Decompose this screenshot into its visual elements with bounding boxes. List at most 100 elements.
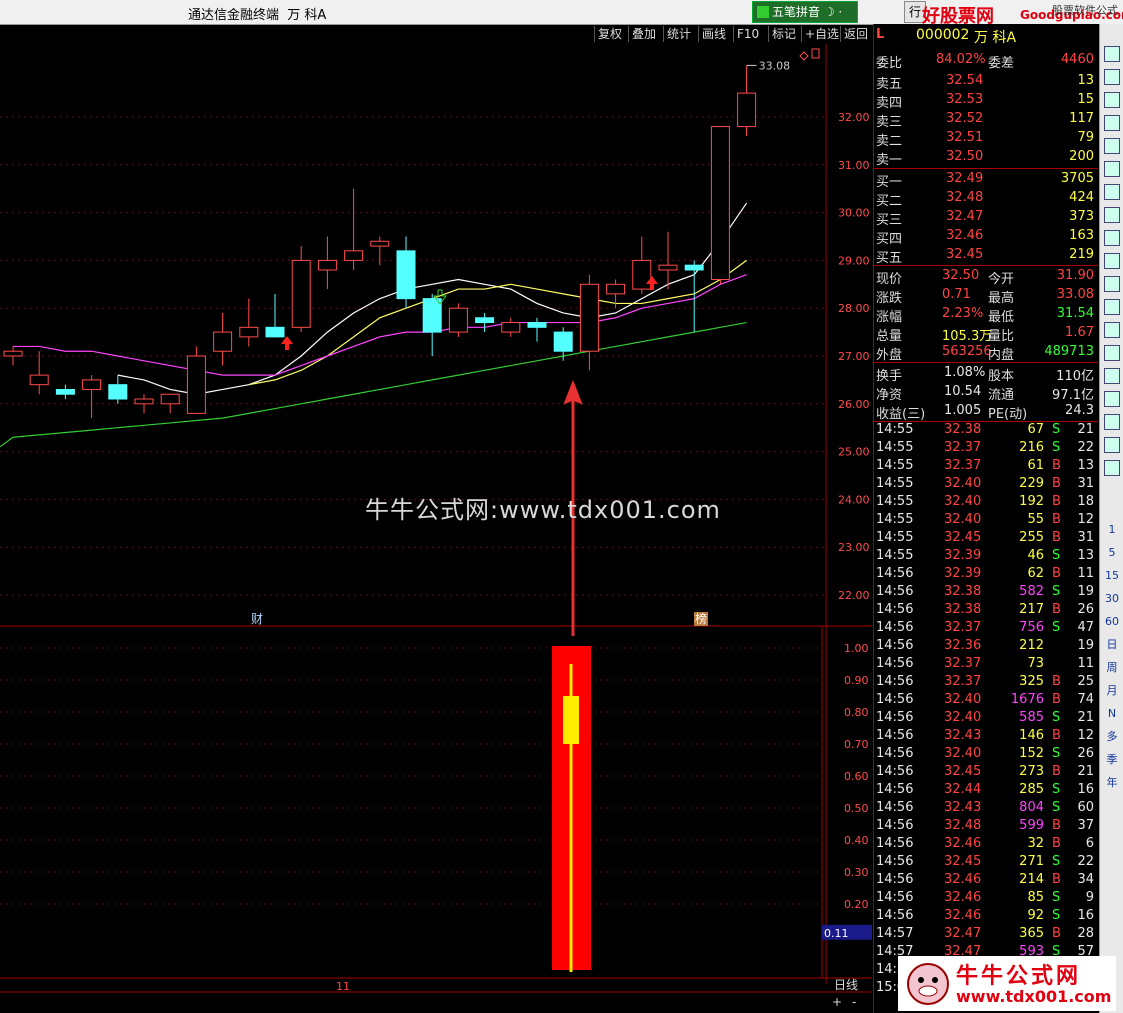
tick-row[interactable]: 14:56 32.38 217 B 26: [874, 602, 1098, 620]
tick-row[interactable]: 14:55 32.37 216 S 22: [874, 440, 1098, 458]
period-button[interactable]: 日: [1102, 636, 1122, 654]
candle[interactable]: [239, 298, 259, 347]
statistics-button[interactable]: 统计: [663, 26, 694, 42]
pen-icon[interactable]: [1104, 414, 1120, 430]
period-button[interactable]: 5: [1102, 544, 1122, 562]
candle[interactable]: [317, 236, 337, 290]
period-button[interactable]: 多: [1102, 728, 1122, 746]
tick-row[interactable]: 14:55 32.45 255 B 31: [874, 530, 1098, 548]
draw-line-button[interactable]: 画线: [698, 26, 729, 42]
down-arrow-icon[interactable]: [1104, 69, 1120, 85]
f10-icon[interactable]: [1104, 207, 1120, 223]
period-button[interactable]: 15: [1102, 567, 1122, 585]
diamond-icon[interactable]: [799, 51, 809, 61]
candle[interactable]: [527, 317, 547, 342]
period-button[interactable]: 季: [1102, 751, 1122, 769]
clock-icon[interactable]: [1104, 299, 1120, 315]
tick-row[interactable]: 14:56 32.44 285 S 16: [874, 782, 1098, 800]
tick-row[interactable]: 14:56 32.46 92 S 16: [874, 908, 1098, 926]
candle[interactable]: [553, 327, 573, 361]
move-icon[interactable]: [1104, 391, 1120, 407]
candle[interactable]: [55, 384, 75, 400]
line-chart-icon[interactable]: [1104, 138, 1120, 154]
tick-row[interactable]: 14:56 32.43 146 B 12: [874, 728, 1098, 746]
candle[interactable]: [160, 393, 180, 414]
tick-row[interactable]: 14:56 32.46 85 S 9: [874, 890, 1098, 908]
period-button[interactable]: 30: [1102, 590, 1122, 608]
tick-row[interactable]: 14:56 32.40 152 S 26: [874, 746, 1098, 764]
tick-row[interactable]: 14:55 32.39 46 S 13: [874, 548, 1098, 566]
table-icon[interactable]: [1104, 115, 1120, 131]
tick-row[interactable]: 14:56 32.36 212 19: [874, 638, 1098, 656]
tick-row[interactable]: 14:57 32.47 365 B 28: [874, 926, 1098, 944]
f10-button[interactable]: F10: [733, 26, 762, 42]
up-arrow-icon[interactable]: [1104, 46, 1120, 62]
candle[interactable]: [291, 246, 311, 333]
tick-row[interactable]: 14:56 32.39 62 B 11: [874, 566, 1098, 584]
candle[interactable]: [632, 236, 652, 294]
fundamental-icon[interactable]: [1104, 253, 1120, 269]
candle[interactable]: [344, 188, 364, 270]
rsi-icon[interactable]: [1104, 368, 1120, 384]
kline-chart[interactable]: 22.00 23.00 24.00 25.00 26.00 27.00 28.00 29.00…: [0, 44, 872, 1013]
candle[interactable]: [737, 65, 757, 137]
refresh-icon[interactable]: [1104, 460, 1120, 476]
tick-row[interactable]: 14:56 32.37 325 B 25: [874, 674, 1098, 692]
candle[interactable]: [710, 126, 730, 285]
candle[interactable]: [422, 293, 442, 356]
zoom-out-button[interactable]: -: [852, 995, 856, 1009]
zoom-in-button[interactable]: +: [832, 995, 842, 1009]
candle[interactable]: [82, 375, 102, 419]
back-button[interactable]: 返回: [840, 26, 871, 42]
candle[interactable]: [134, 394, 154, 414]
tick-row[interactable]: 14:56 32.46 32 B 6: [874, 836, 1098, 854]
period-button[interactable]: 年: [1102, 774, 1122, 792]
candle[interactable]: [108, 375, 128, 404]
grid-icon[interactable]: [1104, 184, 1120, 200]
tick-row[interactable]: 14:56 32.45 271 S 22: [874, 854, 1098, 872]
calendar-icon[interactable]: [1104, 230, 1120, 246]
candle[interactable]: [501, 317, 521, 337]
quote-icon[interactable]: [1104, 92, 1120, 108]
period-button[interactable]: 60: [1102, 613, 1122, 631]
candle[interactable]: [265, 293, 285, 338]
period-button[interactable]: 周: [1102, 659, 1122, 677]
candle[interactable]: [448, 303, 468, 337]
tick-row[interactable]: 14:55 32.40 229 B 31: [874, 476, 1098, 494]
candle[interactable]: [475, 312, 495, 333]
candle[interactable]: [396, 236, 416, 309]
overlay-button[interactable]: 叠加: [628, 26, 659, 42]
period-button[interactable]: N: [1102, 705, 1122, 723]
tick-row[interactable]: 14:55 32.38 67 S 21: [874, 422, 1098, 440]
tick-row[interactable]: 14:56 32.38 582 S 19: [874, 584, 1098, 602]
candle[interactable]: [29, 351, 49, 395]
tick-row[interactable]: 14:56 32.45 273 B 21: [874, 764, 1098, 782]
add-watchlist-button[interactable]: +自选: [801, 26, 842, 42]
tick-row[interactable]: 14:56 32.46 214 B 34: [874, 872, 1098, 890]
period-label[interactable]: 日线: [834, 978, 858, 992]
candle[interactable]: [684, 260, 704, 333]
fx-icon[interactable]: [1104, 276, 1120, 292]
tick-row[interactable]: 14:56 32.40 585 S 21: [874, 710, 1098, 728]
f5-icon[interactable]: [1104, 437, 1120, 453]
signal-bar[interactable]: [552, 646, 591, 972]
tick-row[interactable]: 14:55 32.37 61 B 13: [874, 458, 1098, 476]
tick-row[interactable]: 14:55 32.40 192 B 18: [874, 494, 1098, 512]
finance-marker[interactable]: 财: [251, 612, 263, 626]
wave-icon[interactable]: [1104, 345, 1120, 361]
tick-row[interactable]: 14:56 32.40 1676 B 74: [874, 692, 1098, 710]
period-button[interactable]: 月: [1102, 682, 1122, 700]
tick-row[interactable]: 14:56 32.37 756 S 47: [874, 620, 1098, 638]
rank-marker[interactable]: 榜: [695, 611, 707, 626]
window-icon[interactable]: [811, 48, 820, 59]
candle-icon[interactable]: [1104, 161, 1120, 177]
tick-row[interactable]: 14:56 32.48 599 B 37: [874, 818, 1098, 836]
tick-row[interactable]: 14:56 32.37 73 11: [874, 656, 1098, 674]
circle-icon[interactable]: [1104, 322, 1120, 338]
candle[interactable]: [3, 346, 23, 366]
candle[interactable]: [186, 346, 206, 414]
restore-rights-button[interactable]: 复权: [594, 26, 625, 42]
mark-button[interactable]: 标记: [768, 26, 799, 42]
period-button[interactable]: 1: [1102, 521, 1122, 539]
formula-input-button[interactable]: 五笔拼音 ☽ ·: [752, 1, 858, 23]
